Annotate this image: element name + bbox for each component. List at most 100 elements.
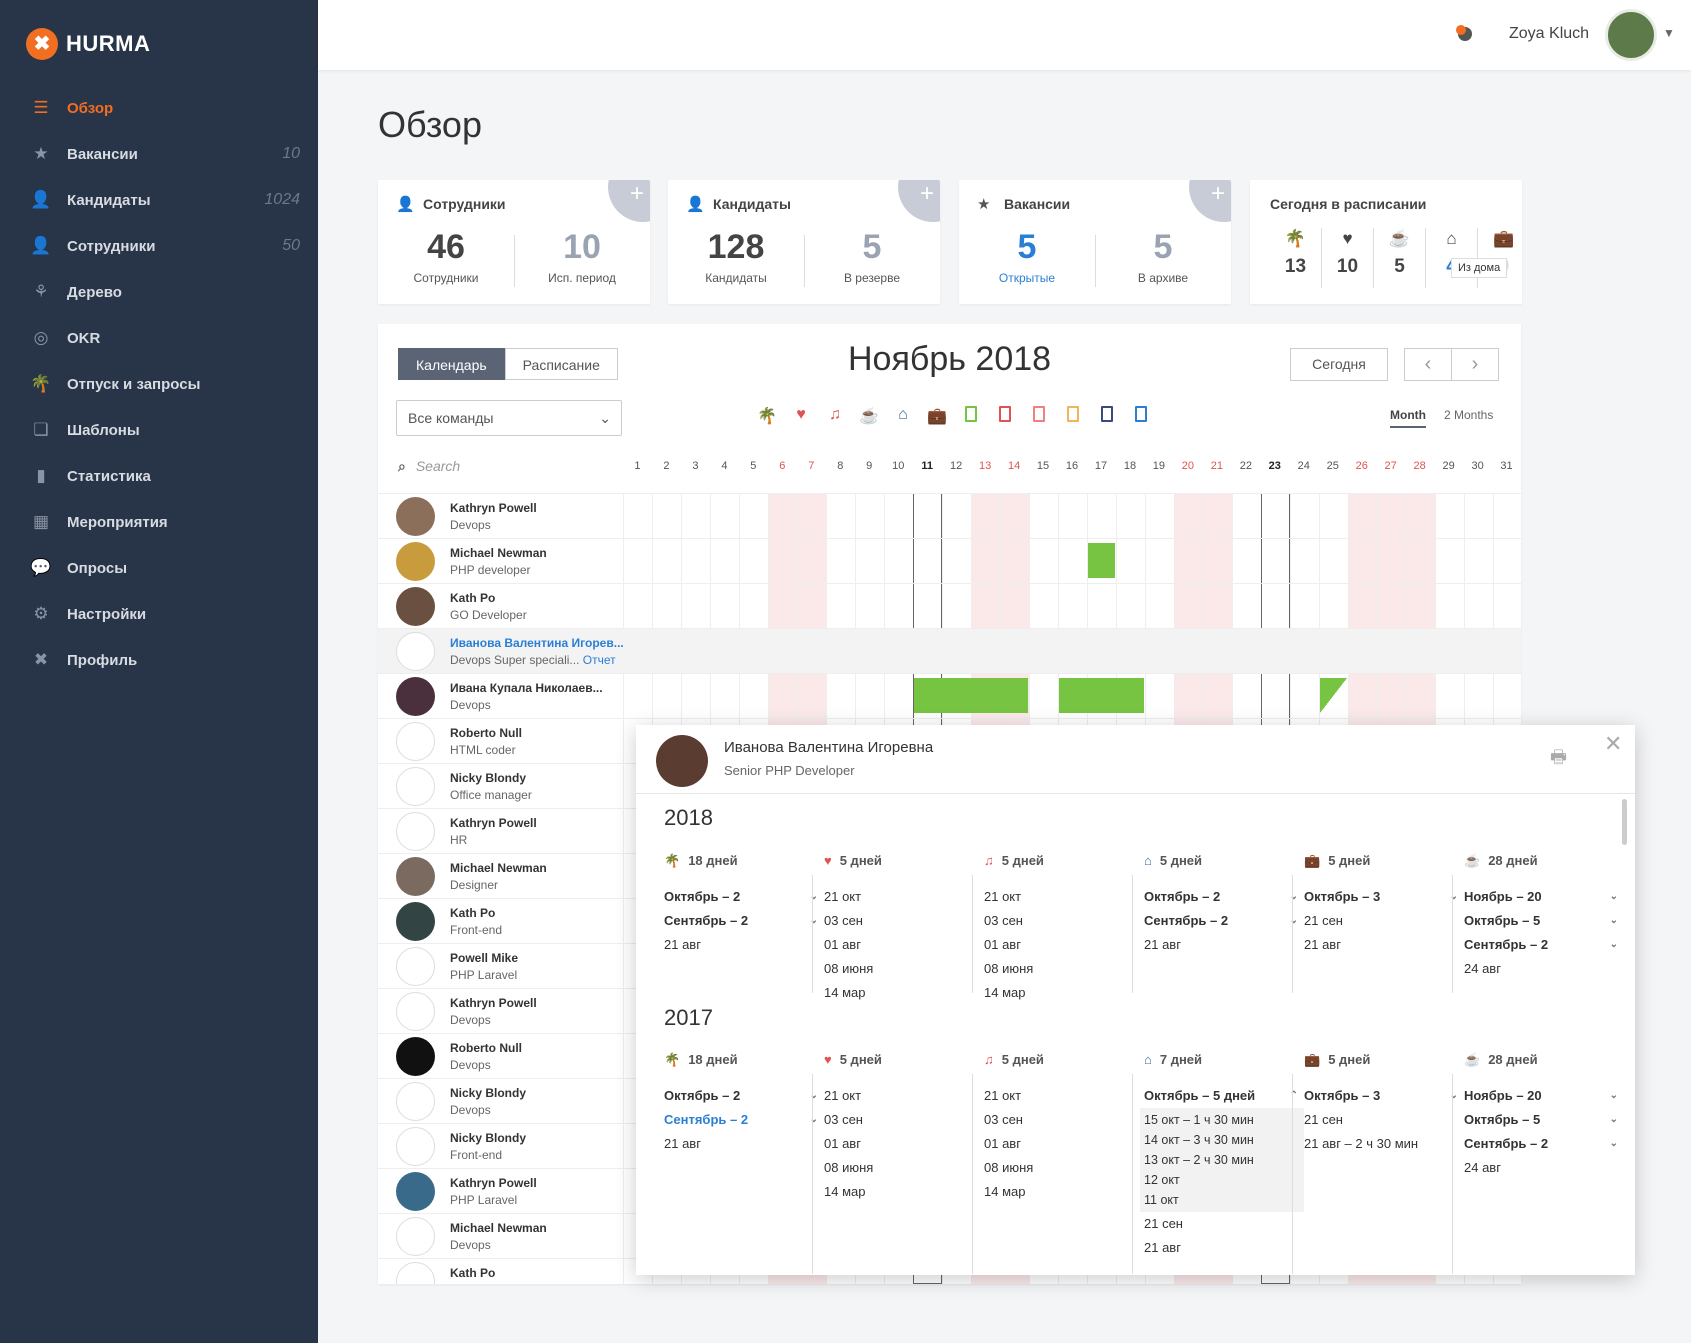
chevron-down-icon[interactable]: ⌄ xyxy=(1610,1132,1618,1156)
report-link[interactable]: Отчет xyxy=(583,653,616,667)
sidebar-item-12[interactable]: ✖ Профиль xyxy=(0,640,318,680)
schedule-sick[interactable]: ♥ 10 xyxy=(1322,228,1374,288)
stat-archive[interactable]: 5 В архиве xyxy=(1095,228,1231,285)
chevron-down-icon[interactable]: ⌄ xyxy=(810,885,818,909)
today-button[interactable]: Сегодня xyxy=(1290,348,1388,381)
employee-name[interactable]: Kath Po xyxy=(450,1266,495,1280)
stat-reserve[interactable]: 5 В резерве xyxy=(804,228,940,285)
team-select[interactable]: Все команды ⌄ xyxy=(396,400,622,436)
heart-icon[interactable]: ♥ xyxy=(784,406,818,427)
table-row[interactable]: Michael Newman PHP developer xyxy=(378,538,1521,583)
employee-name[interactable]: Kath Po xyxy=(450,591,495,605)
sidebar-item-2[interactable]: 👤 Кандидаты 1024 xyxy=(0,180,318,220)
employee-name[interactable]: Nicky Blondy xyxy=(450,1086,526,1100)
employee-name[interactable]: Kathryn Powell xyxy=(450,1176,537,1190)
status-orange-icon[interactable] xyxy=(1056,406,1090,427)
chevron-down-icon[interactable]: ⌄ xyxy=(1610,1108,1618,1132)
absence-entry[interactable]: Октябрь – 5 ⌄ xyxy=(1464,1108,1624,1132)
tab-schedule[interactable]: Расписание xyxy=(504,348,618,380)
chevron-down-icon[interactable]: ⌄ xyxy=(1290,885,1298,909)
avatar[interactable] xyxy=(396,1037,435,1076)
avatar[interactable] xyxy=(396,992,435,1031)
avatar[interactable] xyxy=(396,677,435,716)
sidebar-item-0[interactable]: ☰ Обзор xyxy=(0,88,318,128)
sidebar-item-8[interactable]: ▮ Статистика xyxy=(0,456,318,496)
absence-half-bar[interactable] xyxy=(1320,678,1347,713)
logo[interactable]: ✖ HURMA xyxy=(26,28,150,60)
employee-name[interactable]: Kathryn Powell xyxy=(450,816,537,830)
employee-name[interactable]: Roberto Null xyxy=(450,1041,522,1055)
status-blue-icon[interactable] xyxy=(1124,406,1158,427)
stat-probation[interactable]: 10 Исп. период xyxy=(514,228,650,285)
avatar[interactable] xyxy=(396,812,435,851)
absence-entry[interactable]: Сентябрь – 2 ⌄ xyxy=(1464,1132,1624,1156)
cup-icon[interactable]: ☕ xyxy=(852,406,886,427)
absence-bar[interactable] xyxy=(914,678,1028,713)
prev-month-button[interactable]: ‹ xyxy=(1404,348,1452,381)
absence-entry[interactable]: Ноябрь – 20 ⌄ xyxy=(1464,885,1624,909)
status-navy-icon[interactable] xyxy=(1090,406,1124,427)
chevron-down-icon[interactable]: ⌄ xyxy=(810,1108,818,1132)
avatar[interactable] xyxy=(396,947,435,986)
sidebar-item-4[interactable]: ⚘ Дерево xyxy=(0,272,318,312)
sidebar-item-1[interactable]: ★ Вакансии 10 xyxy=(0,134,318,174)
absence-entry[interactable]: Сентябрь – 2 ⌄ xyxy=(664,1108,824,1132)
avatar[interactable] xyxy=(396,1172,435,1211)
status-red-icon[interactable] xyxy=(988,406,1022,427)
user-name[interactable]: Zoya Kluch xyxy=(1509,25,1589,43)
absence-entry[interactable]: Октябрь – 2 ⌄ xyxy=(1144,885,1304,909)
avatar[interactable] xyxy=(396,767,435,806)
avatar[interactable] xyxy=(396,542,435,581)
scrollbar[interactable] xyxy=(1622,799,1627,845)
avatar[interactable] xyxy=(396,1082,435,1121)
chevron-down-icon[interactable]: ⌄ xyxy=(1610,1084,1618,1108)
absence-entry[interactable]: Сентябрь – 2 ⌄ xyxy=(1464,933,1624,957)
view-month-button[interactable]: Month xyxy=(1390,408,1426,428)
employee-name[interactable]: Michael Newman xyxy=(450,861,547,875)
sidebar-item-6[interactable]: 🌴 Отпуск и запросы xyxy=(0,364,318,404)
chevron-down-icon[interactable]: ⌄ xyxy=(1450,1084,1458,1108)
stat-employees[interactable]: 46 Сотрудники xyxy=(378,228,514,285)
close-icon[interactable]: ✕ xyxy=(1604,731,1622,757)
view-2months-button[interactable]: 2 Months xyxy=(1444,408,1493,422)
table-row[interactable]: Kath Po GO Developer xyxy=(378,583,1521,628)
status-pink-icon[interactable] xyxy=(1022,406,1056,427)
avatar[interactable] xyxy=(396,1127,435,1166)
employee-name[interactable]: Kathryn Powell xyxy=(450,996,537,1010)
absence-entry[interactable]: Октябрь – 5 ⌄ xyxy=(1464,909,1624,933)
tab-calendar[interactable]: Календарь xyxy=(398,348,505,380)
add-employee-button[interactable]: + xyxy=(608,180,650,222)
employee-name[interactable]: Kathryn Powell xyxy=(450,501,537,515)
employee-name[interactable]: Powell Mike xyxy=(450,951,518,965)
employee-name[interactable]: Roberto Null xyxy=(450,726,522,740)
sidebar-item-7[interactable]: ❏ Шаблоны xyxy=(0,410,318,450)
notifications-icon[interactable] xyxy=(1455,24,1475,44)
chevron-down-icon[interactable]: ⌄ xyxy=(1610,885,1618,909)
status-green-icon[interactable] xyxy=(954,406,988,427)
stat-open[interactable]: 5 Открытые xyxy=(959,228,1095,285)
employee-name[interactable]: Michael Newman xyxy=(450,546,547,560)
sidebar-item-5[interactable]: ◎ OKR xyxy=(0,318,318,358)
schedule-vacation[interactable]: 🌴 13 xyxy=(1270,228,1322,288)
chevron-down-icon[interactable]: ⌄ xyxy=(1290,909,1298,933)
absence-entry[interactable]: Сентябрь – 2 ⌄ xyxy=(664,909,824,933)
absence-entry[interactable]: Октябрь – 5 дней ⌃ xyxy=(1144,1084,1304,1108)
sidebar-item-11[interactable]: ⚙ Настройки xyxy=(0,594,318,634)
suitcase-icon[interactable]: 💼 xyxy=(920,406,954,427)
sidebar-item-9[interactable]: ▦ Мероприятия xyxy=(0,502,318,542)
employee-name[interactable]: Nicky Blondy xyxy=(450,1131,526,1145)
avatar[interactable] xyxy=(396,632,435,671)
search-input[interactable]: ⌕ Search xyxy=(398,458,460,475)
avatar[interactable] xyxy=(396,1262,435,1284)
home-icon[interactable]: ⌂ xyxy=(886,406,920,427)
avatar[interactable] xyxy=(396,857,435,896)
user-avatar[interactable] xyxy=(1605,9,1657,61)
absence-entry[interactable]: Октябрь – 3 ⌄ xyxy=(1304,885,1464,909)
sidebar-item-10[interactable]: 💬 Опросы xyxy=(0,548,318,588)
schedule-dayoff[interactable]: ☕ 5 xyxy=(1374,228,1426,288)
palm-icon[interactable]: 🌴 xyxy=(750,406,784,427)
avatar[interactable] xyxy=(396,1217,435,1256)
employee-name[interactable]: Nicky Blondy xyxy=(450,771,526,785)
print-icon[interactable]: 🖶 xyxy=(1550,745,1567,775)
avatar[interactable] xyxy=(396,497,435,536)
